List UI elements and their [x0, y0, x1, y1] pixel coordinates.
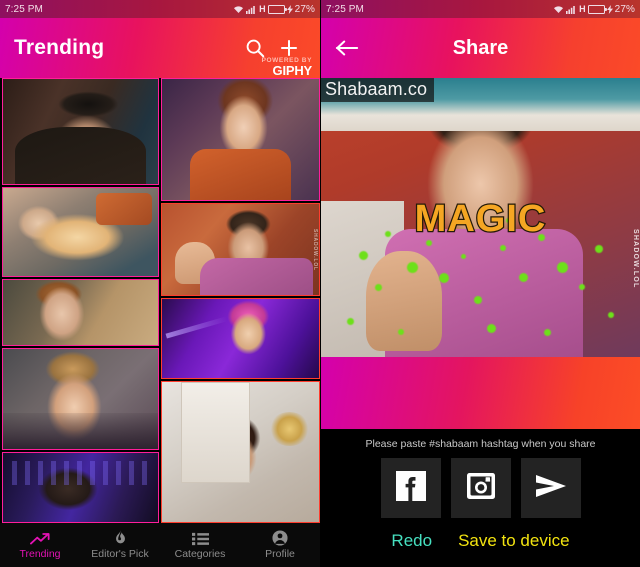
save-to-device-button[interactable]: Save to device — [458, 531, 570, 551]
status-bar-right: 7:25 PM H 27% — [321, 0, 640, 18]
gif-tile-man-hat[interactable] — [2, 78, 159, 185]
gif-tile-man-raised-hand[interactable]: SHADOW.LOL — [161, 202, 320, 296]
gif-grid[interactable]: SHADOW.LOL — [0, 78, 320, 523]
redo-button[interactable]: Redo — [391, 531, 432, 551]
battery-percent-label: 27% — [614, 3, 635, 15]
status-bar-indicators: H 27% — [233, 4, 315, 15]
gradient-divider — [321, 357, 640, 429]
share-button-row — [321, 458, 640, 518]
nav-label-categories: Categories — [174, 548, 226, 560]
gif-grid-column-right: SHADOW.LOL — [161, 78, 320, 523]
battery-icon — [587, 4, 607, 14]
dual-screen-comparison: 7:25 PM H 27% Trending POWERED BY GIPHY … — [0, 0, 640, 567]
bottom-navigation[interactable]: Trending Editor's Pick Categories Profil… — [0, 523, 320, 567]
action-row: Redo Save to device — [321, 531, 640, 551]
charging-bolt-icon — [606, 4, 613, 14]
flame-icon — [113, 530, 128, 546]
nav-label-trending: Trending — [19, 548, 61, 560]
gif-watermark: SHADOW.LOL — [312, 229, 318, 271]
battery-icon — [267, 4, 287, 14]
list-icon — [191, 530, 209, 546]
gif-tile-redhead-shocked[interactable] — [161, 78, 320, 201]
site-label: Shabaam.co — [321, 78, 435, 102]
trending-screen: 7:25 PM H 27% Trending POWERED BY GIPHY … — [0, 0, 320, 567]
gif-tile-drag-queen-purple[interactable] — [161, 297, 320, 379]
share-facebook-button[interactable] — [380, 458, 441, 518]
battery-percent-label: 27% — [294, 3, 315, 15]
arrow-left-icon[interactable] — [335, 39, 373, 57]
facebook-icon — [394, 469, 428, 508]
share-app-bar: Share — [321, 18, 640, 78]
status-bar: 7:25 PM H 27% — [0, 0, 320, 18]
wifi-icon — [233, 5, 244, 14]
nav-item-editors-pick[interactable]: Editor's Pick — [80, 530, 160, 560]
charging-bolt-icon — [286, 4, 293, 14]
status-bar-time: 7:25 PM — [5, 3, 43, 15]
gif-tile-cat-belly-rub[interactable] — [2, 186, 159, 278]
nav-label-editors-pick: Editor's Pick — [91, 548, 149, 560]
network-type-label: H — [579, 4, 586, 14]
giphy-logo-label: GIPHY — [272, 63, 313, 78]
status-bar-time-right: 7:25 PM — [326, 3, 364, 15]
preview-watermark: SHADOW.LOL — [632, 228, 639, 289]
gif-grid-column-left — [0, 78, 159, 523]
share-hint: Please paste #shabaam hashtag when you s… — [365, 438, 596, 450]
trending-up-icon — [30, 530, 50, 546]
status-bar-indicators-right: H 27% — [553, 4, 635, 15]
network-type-label: H — [259, 4, 266, 14]
share-screen: 7:25 PM H 27% Share Shabaam.co MAGIC SHA… — [320, 0, 640, 567]
gif-tile-man-dj-booth[interactable] — [2, 451, 159, 523]
trending-app-bar: Trending POWERED BY GIPHY — [0, 18, 320, 78]
nav-item-categories[interactable]: Categories — [160, 530, 240, 560]
gif-tile-woman-facepalm[interactable] — [2, 348, 159, 450]
gif-tile-woman-gasp[interactable] — [2, 279, 159, 347]
page-title: Trending — [14, 36, 105, 59]
wifi-icon — [553, 5, 564, 14]
signal-icon — [566, 5, 577, 14]
share-send-button[interactable] — [520, 458, 581, 518]
nav-label-profile: Profile — [265, 548, 295, 560]
signal-icon — [246, 5, 257, 14]
person-icon — [272, 530, 288, 546]
nav-item-trending[interactable]: Trending — [0, 530, 80, 560]
gif-preview[interactable]: Shabaam.co MAGIC SHADOW.LOL — [321, 78, 640, 357]
share-instagram-button[interactable] — [450, 458, 511, 518]
share-panel: Please paste #shabaam hashtag when you s… — [321, 429, 640, 567]
instagram-icon — [464, 469, 498, 508]
gif-tile-woman-hair-flip[interactable] — [161, 380, 320, 523]
gif-caption: MAGIC — [413, 197, 547, 242]
powered-by-giphy: POWERED BY GIPHY — [262, 57, 313, 78]
send-icon — [534, 471, 568, 506]
nav-item-profile[interactable]: Profile — [240, 530, 320, 560]
